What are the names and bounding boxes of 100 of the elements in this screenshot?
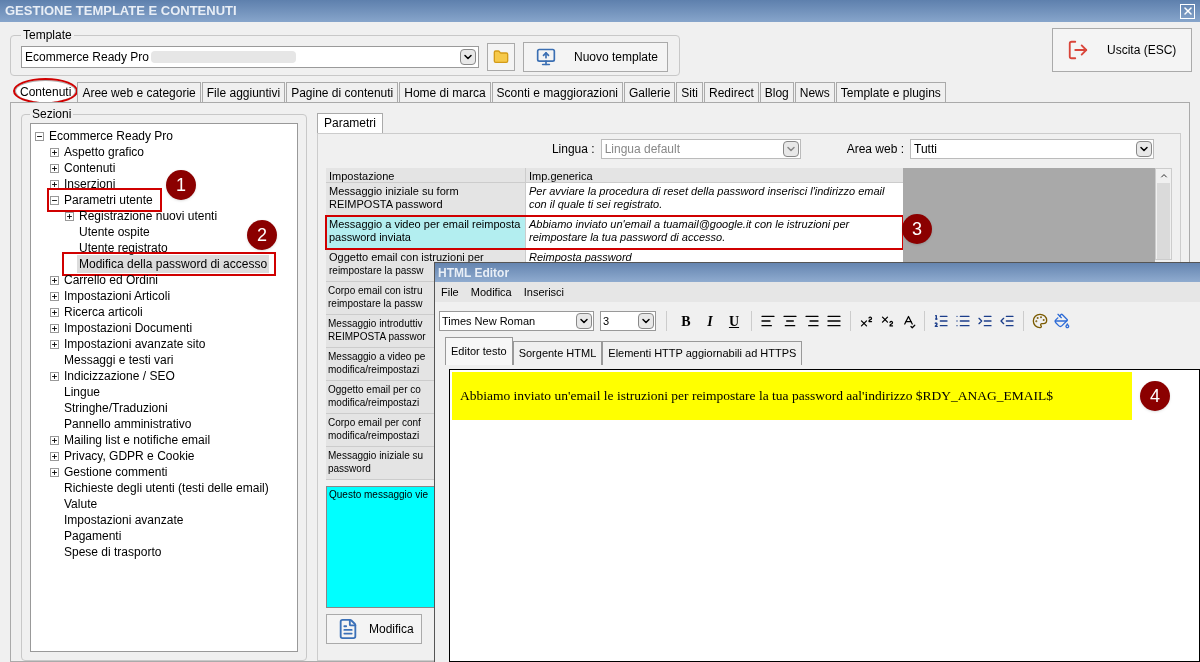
tree-item[interactable]: Registrazione nuovi utenti	[77, 207, 220, 225]
tree-item[interactable]: Impostazioni avanzate sito	[62, 335, 208, 353]
expander-icon[interactable]	[50, 195, 59, 205]
expander-icon[interactable]	[35, 131, 44, 141]
tree-item[interactable]: Indicizzazione / SEO	[62, 367, 177, 385]
scrollbar[interactable]	[1155, 168, 1172, 260]
tree-item[interactable]: Pannello amministrativo	[62, 415, 194, 433]
field-label: Area web :	[846, 141, 904, 158]
tree-item[interactable]: Spese di trasporto	[62, 543, 164, 561]
edit-button[interactable]: Modifica	[326, 614, 422, 644]
tree-item[interactable]: Utente registrato	[77, 239, 170, 257]
tab[interactable]: Siti	[676, 82, 704, 102]
tab[interactable]: Template e plugins	[835, 82, 946, 102]
tab[interactable]: Sconti e maggiorazioni	[491, 82, 623, 102]
format-button[interactable]: I	[701, 310, 719, 332]
expander-icon[interactable]	[50, 323, 59, 333]
tree-item[interactable]: Ricerca articoli	[62, 303, 145, 321]
tree-item[interactable]: Valute	[62, 495, 100, 513]
menu-item[interactable]: Inserisci	[523, 283, 565, 301]
format-button[interactable]: U	[725, 310, 743, 332]
expander-icon[interactable]	[50, 467, 59, 477]
dropdown-value: Ecommerce Ready Pro	[25, 48, 150, 66]
table-cell: Abbiamo inviato un'email a tuamail@google.it con le istruzioni per reimpostare la tua password di accesso.	[526, 216, 903, 248]
tab[interactable]: Gallerie	[624, 82, 676, 102]
tree-item[interactable]: Utente ospite	[77, 223, 152, 241]
folder-icon	[493, 48, 509, 65]
menu-item[interactable]: Modifica	[470, 283, 512, 301]
tree-item[interactable]: Inserzioni	[62, 175, 118, 193]
tree-item[interactable]: Impostazioni Documenti	[62, 319, 195, 337]
tab[interactable]: News	[794, 82, 835, 102]
tree-item[interactable]: Parametri utente	[62, 191, 155, 209]
close-icon	[1181, 5, 1194, 17]
expander-icon[interactable]	[50, 163, 59, 173]
field-label: Lingua :	[551, 141, 595, 158]
tree-item[interactable]: Mailing list e notifiche email	[62, 431, 213, 449]
format-button[interactable]: B	[677, 310, 695, 332]
close-button[interactable]	[1180, 3, 1195, 19]
subscript-icon[interactable]	[880, 313, 895, 329]
expander-icon[interactable]	[50, 371, 59, 381]
tab[interactable]: Sorgente HTML	[512, 341, 603, 365]
font-dropdown[interactable]: Times New Roman	[439, 311, 594, 331]
tab[interactable]: Contenuti	[15, 80, 77, 102]
numbered-list-icon[interactable]	[933, 313, 949, 329]
expander-icon[interactable]	[65, 211, 74, 221]
size-dropdown[interactable]: 3	[600, 311, 656, 331]
expander-icon[interactable]	[50, 147, 59, 157]
superscript-icon[interactable]	[859, 313, 874, 329]
tree-item[interactable]: Ecommerce Ready Pro	[47, 127, 176, 145]
dropdown-button[interactable]	[638, 313, 654, 329]
language-dropdown[interactable]: Lingua default	[600, 139, 801, 159]
tree-item[interactable]: Modifica della password di accesso	[77, 255, 270, 273]
exit-button[interactable]: Uscita (ESC)	[1052, 28, 1192, 72]
tree-item[interactable]: Privacy, GDPR e Cookie	[62, 447, 197, 465]
tree-item[interactable]: Carrello ed Ordini	[62, 271, 161, 289]
tab[interactable]: Editor testo	[445, 337, 513, 365]
tab[interactable]: Parametri	[317, 113, 383, 133]
tab[interactable]: Aree web e categorie	[77, 82, 201, 102]
bullet-list-icon[interactable]	[955, 313, 971, 329]
tab[interactable]: Pagine di contenuti	[286, 82, 399, 102]
align-center-icon[interactable]	[782, 313, 798, 329]
expander-icon[interactable]	[50, 307, 59, 317]
tree-item[interactable]: Impostazioni Articoli	[62, 287, 173, 305]
tab[interactable]: Home di marca	[399, 82, 491, 102]
dropdown-button[interactable]	[460, 48, 476, 65]
align-left-icon[interactable]	[760, 313, 776, 329]
new-template-button[interactable]: Nuovo template	[523, 41, 668, 72]
tree-item[interactable]: Richieste degli utenti (testi delle email)	[62, 479, 271, 497]
tree-item[interactable]: Impostazioni avanzate	[62, 511, 186, 529]
indent-icon[interactable]	[977, 313, 993, 329]
area-dropdown[interactable]: Tutti	[910, 139, 1154, 159]
expander-icon[interactable]	[50, 435, 59, 445]
expander-icon[interactable]	[50, 179, 59, 189]
tab[interactable]: Blog	[759, 82, 794, 102]
tree-item[interactable]: Pagamenti	[62, 527, 124, 545]
exit-door-icon	[1067, 39, 1089, 61]
expander-icon[interactable]	[50, 291, 59, 301]
dropdown-button[interactable]	[576, 313, 592, 329]
tree-item[interactable]: Stringhe/Traduzioni	[62, 399, 170, 417]
table-cell: Messaggio iniziale su form REIMPOSTA password	[326, 183, 526, 215]
tab[interactable]: File aggiuntivi	[201, 82, 286, 102]
palette-icon[interactable]	[1032, 313, 1048, 329]
tree-item[interactable]: Aspetto grafico	[62, 143, 147, 161]
align-right-icon[interactable]	[804, 313, 820, 329]
tree-item[interactable]: Messaggi e testi vari	[62, 351, 176, 369]
expander-icon[interactable]	[50, 339, 59, 349]
expander-icon[interactable]	[50, 275, 59, 285]
tab[interactable]: Redirect	[704, 82, 759, 102]
outdent-icon[interactable]	[999, 313, 1015, 329]
tab[interactable]: Elementi HTTP aggiornabili ad HTTPS	[602, 341, 803, 365]
paint-bucket-icon[interactable]	[1054, 313, 1070, 329]
tree-item[interactable]: Gestione commenti	[62, 463, 170, 481]
tree-item[interactable]: Contenuti	[62, 159, 118, 177]
spellcheck-icon[interactable]	[901, 313, 916, 329]
tree-item[interactable]: Lingue	[62, 383, 103, 401]
menu-item[interactable]: File	[441, 283, 459, 301]
expander-icon[interactable]	[50, 451, 59, 461]
align-justify-icon[interactable]	[826, 313, 842, 329]
scroll-up-icon	[1158, 171, 1169, 181]
dropdown-button[interactable]	[1136, 141, 1152, 157]
template-dropdown[interactable]: Ecommerce Ready Pro	[21, 45, 479, 68]
